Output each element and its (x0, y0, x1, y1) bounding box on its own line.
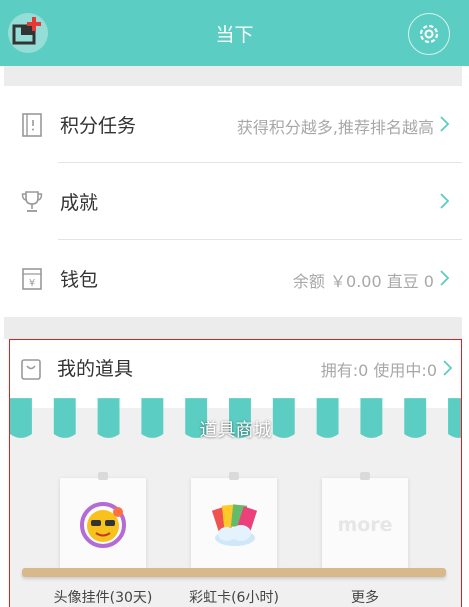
chevron-right-icon (443, 360, 453, 376)
shop-item-rainbow-card[interactable] (191, 472, 277, 568)
wallet-label: 钱包 (60, 269, 99, 291)
settings-icon (419, 24, 439, 44)
achievement-row[interactable]: 成就 (4, 163, 462, 240)
my-props-row[interactable]: 我的道具 拥有:0 使用中:0 (10, 340, 461, 398)
points-task-row[interactable]: 积分任务 获得积分越多,推荐排名越高 (4, 86, 462, 163)
shop-item-label: 更多 (351, 590, 379, 606)
shop-item-label: 头像挂件(30天) (53, 590, 153, 606)
my-props-section: 我的道具 拥有:0 使用中:0 道具商城 more 头像挂件(30天) 彩虹卡(… (9, 339, 462, 607)
wallet-row[interactable]: ¥ 钱包 余额 ￥0.00 直豆 0 (4, 240, 462, 317)
chevron-right-icon (440, 270, 450, 286)
rainbow-card-icon (211, 504, 258, 546)
card-hook (98, 472, 108, 480)
chevron-right-icon (440, 193, 450, 209)
section-gap (4, 317, 462, 339)
page-title: 当下 (215, 24, 254, 46)
card-hook (229, 472, 239, 480)
points-task-hint: 获得积分越多,推荐排名越高 (236, 118, 434, 137)
avatar-pendant-icon (80, 502, 126, 548)
bag-icon (21, 359, 41, 380)
shop-item-label: 彩虹卡(6小时) (189, 590, 279, 606)
card-hook (360, 472, 370, 480)
svg-text:¥: ¥ (29, 278, 35, 289)
my-props-label: 我的道具 (57, 358, 134, 380)
section-gap (4, 66, 462, 86)
task-book-icon (22, 113, 42, 137)
points-task-label: 积分任务 (60, 115, 137, 137)
shop-item-more[interactable]: more (322, 472, 408, 568)
top-bar: 当下 (0, 0, 469, 66)
trophy-icon (21, 191, 43, 212)
shop-title: 道具商城 (199, 420, 272, 441)
props-shop-banner[interactable]: 道具商城 more 头像挂件(30天) 彩虹卡(6小时) 更多 (10, 398, 461, 607)
more-card-text: more (337, 514, 393, 536)
wallet-balance: 余额 ￥0.00 直豆 0 (292, 272, 434, 291)
chevron-right-icon (440, 116, 450, 132)
settings-button[interactable] (408, 13, 450, 55)
achievement-label: 成就 (60, 192, 99, 214)
shop-shelf (22, 568, 446, 577)
shop-item-avatar-pendant[interactable] (60, 472, 146, 568)
wallet-icon: ¥ (22, 268, 42, 290)
my-props-status: 拥有:0 使用中:0 (320, 361, 437, 380)
